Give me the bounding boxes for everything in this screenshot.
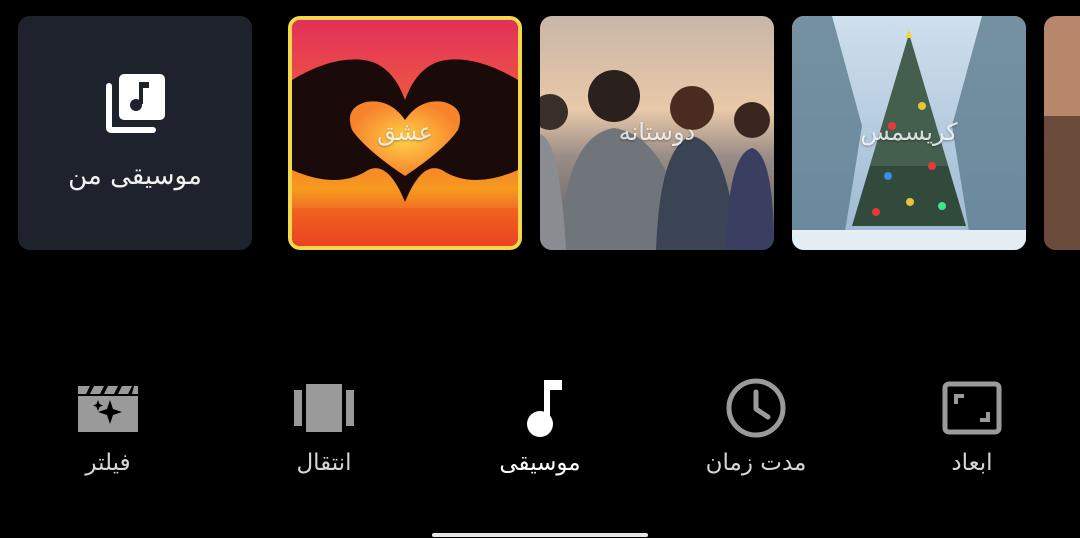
transition-label: انتقال <box>296 450 352 476</box>
dimensions-tool-button[interactable]: ابعاد <box>902 378 1042 478</box>
christmas-label: کریسمس <box>860 118 958 146</box>
love-label: عشق <box>377 118 433 146</box>
filter-tool-button[interactable]: فیلتر <box>38 378 178 478</box>
transition-tool-button[interactable]: انتقال <box>254 378 394 478</box>
music-library-icon <box>106 74 165 133</box>
music-note-icon <box>527 380 562 437</box>
clock-icon <box>726 378 786 438</box>
friendly-music-card[interactable]: دوستانه <box>540 16 774 250</box>
duration-tool-button[interactable]: مدت زمان <box>686 378 826 478</box>
transition-icon <box>294 384 354 432</box>
music-picker-screen: موسیقی من عشق دوستانه کریسمس فیلتر انتقا… <box>0 0 1080 538</box>
aspect-ratio-icon <box>942 381 1002 435</box>
home-indicator[interactable] <box>432 533 648 537</box>
dimensions-label: ابعاد <box>951 450 993 476</box>
christmas-music-card[interactable]: کریسمس <box>792 16 1026 250</box>
my-music-label: موسیقی من <box>68 161 202 191</box>
my-music-card[interactable]: موسیقی من <box>18 16 252 250</box>
filter-label: فیلتر <box>85 450 131 476</box>
love-music-card[interactable]: عشق <box>288 16 522 250</box>
partial-thumbnail-image <box>1044 16 1080 250</box>
friendly-label: دوستانه <box>618 118 696 146</box>
partial-music-card[interactable] <box>1044 16 1080 250</box>
music-tool-button[interactable]: موسیقی <box>470 378 610 478</box>
duration-label: مدت زمان <box>705 450 807 476</box>
music-label: موسیقی <box>499 450 581 476</box>
filter-clapperboard-icon <box>78 386 138 432</box>
